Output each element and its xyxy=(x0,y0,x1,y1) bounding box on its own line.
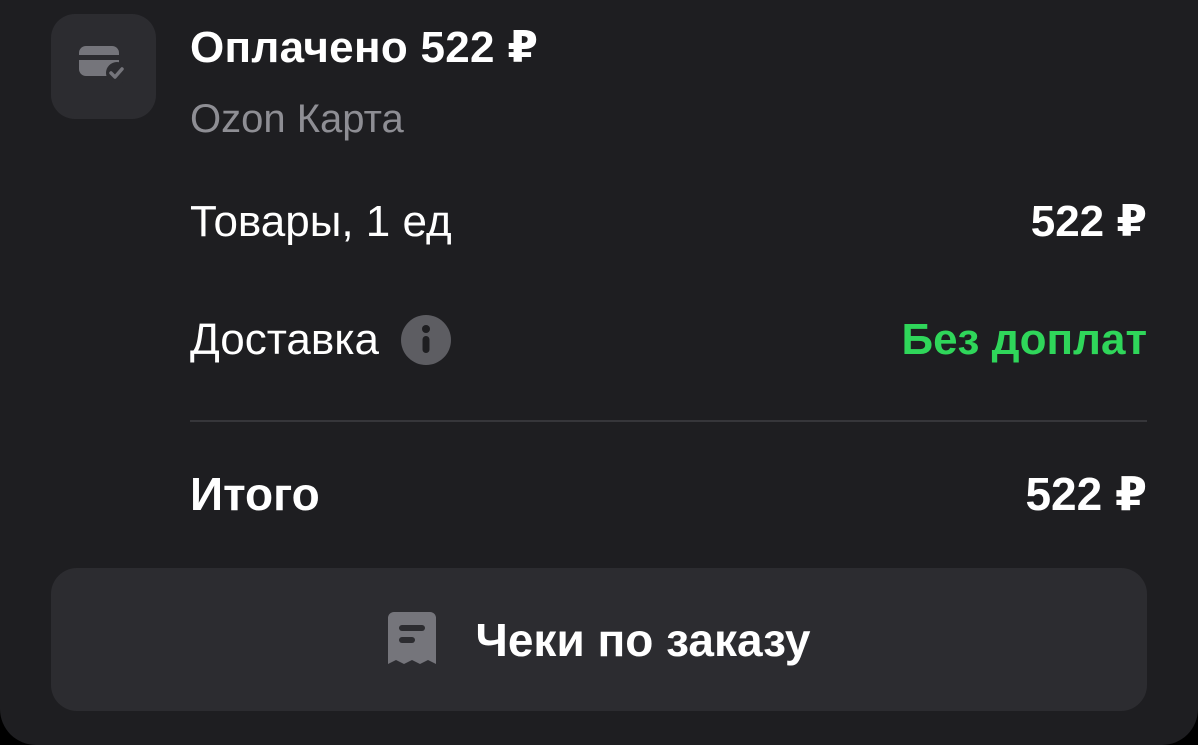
payment-status-title: Оплачено 522 ₽ xyxy=(190,23,539,72)
info-icon[interactable] xyxy=(400,315,451,365)
receipt-icon xyxy=(387,611,436,668)
order-receipts-button[interactable]: Чеки по заказу xyxy=(51,568,1147,711)
delivery-label-group: Доставка xyxy=(190,315,451,365)
payment-method: Ozon Карта xyxy=(190,97,404,141)
delivery-value: Без доплат xyxy=(901,315,1147,364)
payment-icon-tile xyxy=(51,14,156,119)
delivery-label: Доставка xyxy=(190,315,379,364)
order-receipts-label: Чеки по заказу xyxy=(475,613,811,666)
total-label: Итого xyxy=(190,468,320,520)
card-check-icon xyxy=(78,44,129,89)
items-value: 522 ₽ xyxy=(1030,197,1147,246)
order-payment-card: Оплачено 522 ₽ Ozon Карта Товары, 1 ед 5… xyxy=(0,0,1198,745)
items-row: Товары, 1 ед 522 ₽ xyxy=(190,197,1147,247)
items-label: Товары, 1 ед xyxy=(190,197,452,246)
total-value: 522 ₽ xyxy=(1025,468,1147,520)
total-row: Итого 522 ₽ xyxy=(190,468,1147,520)
delivery-row: Доставка Без доплат xyxy=(190,315,1147,365)
divider xyxy=(190,420,1147,422)
